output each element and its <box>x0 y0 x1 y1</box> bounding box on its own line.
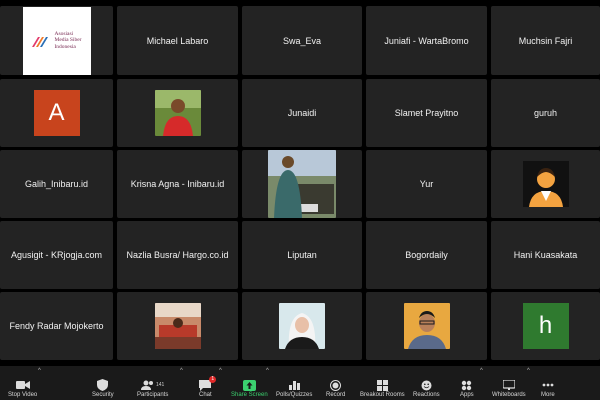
bar-chart-icon <box>288 381 300 390</box>
participants-count: 141 <box>156 382 165 388</box>
participant-tile[interactable]: guruh <box>491 79 600 147</box>
chat-label: Chat <box>199 392 212 398</box>
apps-button[interactable]: Apps <box>460 378 474 398</box>
chevron-up-icon[interactable]: ^ <box>527 368 530 374</box>
chevron-up-icon[interactable]: ^ <box>266 368 269 374</box>
participant-photo <box>279 303 325 349</box>
participants-label: Participants <box>137 392 169 398</box>
record-icon <box>330 379 342 391</box>
security-button[interactable]: Security <box>92 378 114 398</box>
participant-tile[interactable]: Liputan <box>242 221 362 289</box>
participant-tile[interactable]: Fendy Radar Mojokerto <box>0 292 113 360</box>
chat-badge: 1 <box>209 376 217 383</box>
participant-name: Krisna Agna - Inibaru.id <box>130 179 225 189</box>
apps-label: Apps <box>460 392 474 398</box>
shield-icon <box>97 379 109 391</box>
participant-name: Bogordaily <box>405 250 448 260</box>
breakout-rooms-button[interactable]: Breakout Rooms <box>360 378 405 398</box>
polls-button[interactable]: Polls/Quizzes <box>276 378 312 398</box>
more-label: More <box>541 392 555 398</box>
participant-tile[interactable] <box>242 150 362 218</box>
avatar-letter: h <box>522 303 569 349</box>
video-grid: Asosiasi Media Siber Indonesia Michael L… <box>0 0 600 362</box>
record-button[interactable]: Record <box>326 378 345 398</box>
participant-name: guruh <box>533 108 558 118</box>
chevron-up-icon[interactable]: ^ <box>38 368 41 374</box>
participant-name: Liputan <box>287 250 317 260</box>
reactions-label: Reactions <box>413 392 440 398</box>
chevron-up-icon[interactable]: ^ <box>219 368 222 374</box>
participant-name: Nazlia Busra/ Hargo.co.id <box>126 250 229 260</box>
logo-mark-icon <box>32 36 49 47</box>
participant-tile[interactable]: Agusigit - KRjogja.com <box>0 221 113 289</box>
share-screen-button[interactable]: Share Screen <box>231 378 268 398</box>
participant-name: Juniafi - WartaBromo <box>384 35 469 46</box>
participant-tile[interactable]: Michael Labaro <box>117 6 238 75</box>
participant-photo <box>154 303 201 349</box>
participant-name: Slamet Prayitno <box>394 108 459 118</box>
whiteboards-button[interactable]: Whiteboards <box>492 378 526 398</box>
chevron-up-icon[interactable]: ^ <box>480 368 483 374</box>
breakout-rooms-label: Breakout Rooms <box>360 392 405 398</box>
participant-tile[interactable] <box>117 292 238 360</box>
participant-tile[interactable]: Juniafi - WartaBromo <box>366 6 487 75</box>
stop-video-label: Stop Video <box>8 392 38 398</box>
participant-name: Hani Kuasakata <box>513 250 578 260</box>
participants-button[interactable]: 141 Participants <box>137 378 168 398</box>
amsi-logo: Asosiasi Media Siber Indonesia <box>22 6 91 75</box>
whiteboard-icon <box>502 380 515 390</box>
participant-tile[interactable] <box>491 150 600 218</box>
participant-name: Swa_Eva <box>282 35 322 46</box>
participant-tile[interactable]: Krisna Agna - Inibaru.id <box>117 150 238 218</box>
participant-name: Agusigit - KRjogja.com <box>10 250 103 260</box>
participant-name: Junaidi <box>287 108 317 118</box>
participant-tile[interactable]: Swa_Eva <box>242 6 362 75</box>
logo-line-3: Indonesia <box>54 43 76 50</box>
participant-tile[interactable]: Yur <box>366 150 487 218</box>
participant-name: Michael Labaro <box>146 35 209 46</box>
record-label: Record <box>326 392 346 398</box>
participant-name: Muchsin Fajri <box>518 35 573 46</box>
participant-tile[interactable]: h <box>491 292 600 360</box>
meeting-toolbar: Stop Video ^ Security 141 Participants ^… <box>0 366 600 400</box>
share-screen-icon <box>242 379 256 391</box>
participant-tile[interactable]: Hani Kuasakata <box>491 221 600 289</box>
participant-tile[interactable]: Bogordaily <box>366 221 487 289</box>
participant-tile[interactable]: Muchsin Fajri <box>491 6 600 75</box>
participant-photo <box>268 150 336 218</box>
emoji-icon <box>421 380 432 390</box>
stop-video-button[interactable]: Stop Video <box>8 378 37 398</box>
apps-icon <box>462 380 472 390</box>
participant-tile[interactable]: Galih_Inibaru.id <box>0 150 113 218</box>
participant-photo <box>403 303 450 349</box>
default-avatar-icon <box>522 161 569 207</box>
participant-tile-logo[interactable]: Asosiasi Media Siber Indonesia <box>0 6 113 75</box>
more-button[interactable]: More <box>541 378 555 398</box>
participant-tile[interactable]: Slamet Prayitno <box>366 79 487 147</box>
participant-photo <box>154 90 201 136</box>
participant-tile[interactable] <box>366 292 487 360</box>
chevron-up-icon[interactable]: ^ <box>180 368 183 374</box>
video-camera-icon <box>15 381 30 389</box>
logo-line-2: Media Siber <box>54 37 82 44</box>
whiteboards-label: Whiteboards <box>492 392 526 398</box>
participant-tile[interactable]: A <box>0 79 113 147</box>
participant-tile[interactable] <box>117 79 238 147</box>
polls-label: Polls/Quizzes <box>276 392 313 398</box>
reactions-button[interactable]: Reactions <box>413 378 440 398</box>
participant-tile[interactable] <box>242 292 362 360</box>
avatar-letter: A <box>33 90 80 136</box>
chat-button[interactable]: 1 Chat <box>199 376 217 398</box>
participant-tile[interactable]: Nazlia Busra/ Hargo.co.id <box>117 221 238 289</box>
security-label: Security <box>92 392 114 398</box>
more-dots-icon <box>542 383 554 387</box>
people-icon <box>141 380 153 390</box>
participant-name: Fendy Radar Mojokerto <box>9 321 104 331</box>
participant-name: Yur <box>419 179 434 189</box>
participant-tile[interactable]: Junaidi <box>242 79 362 147</box>
participant-name: Galih_Inibaru.id <box>24 179 89 189</box>
share-screen-label: Share Screen <box>231 392 268 398</box>
grid-icon <box>376 379 388 391</box>
